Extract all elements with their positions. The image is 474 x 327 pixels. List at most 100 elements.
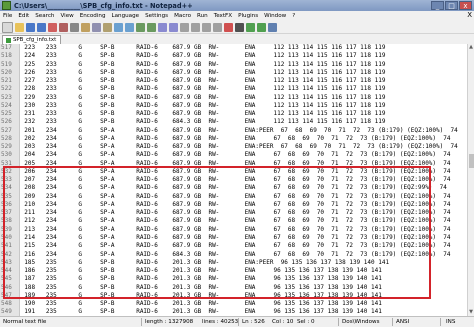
editor-line[interactable]: 517 223 233 G SP-B RAID-6 687.9 GB RW- E… (0, 44, 467, 52)
line-text: 207 234 G SP-A RAID-6 687.9 GB RW- ENA 6… (17, 176, 451, 184)
menu-search[interactable]: Search (32, 13, 57, 19)
editor-line[interactable]: 523 229 233 G SP-B RAID-6 687.9 GB RW- E… (0, 94, 467, 102)
show-all-chars-icon[interactable] (202, 22, 211, 32)
scroll-thumb[interactable] (469, 154, 474, 168)
editor-line[interactable]: 533 207 234 G SP-A RAID-6 687.9 GB RW- E… (0, 176, 467, 184)
word-wrap-icon[interactable] (191, 22, 200, 32)
status-insert-mode: INS (446, 319, 456, 325)
line-text: 214 234 G SP-A RAID-6 687.9 GB RW- ENA 6… (17, 233, 451, 241)
editor-line[interactable]: 538 212 234 G SP-A RAID-6 687.9 GB RW- E… (0, 217, 467, 225)
menu-settings[interactable]: Settings (142, 13, 171, 19)
menu-run[interactable]: Run (194, 13, 211, 19)
editor-line[interactable]: 531 205 234 G SP-A RAID-6 687.9 GB RW- E… (0, 160, 467, 168)
cut-icon[interactable] (81, 22, 90, 32)
menu-edit[interactable]: Edit (15, 13, 32, 19)
line-text: 229 233 G SP-B RAID-6 687.9 GB RW- ENA 1… (17, 93, 386, 101)
menu-view[interactable]: View (57, 13, 76, 19)
indent-guide-icon[interactable] (213, 22, 222, 32)
line-text: 210 234 G SP-A RAID-6 687.9 GB RW- ENA 6… (17, 200, 451, 208)
editor-line[interactable]: 520 226 233 G SP-B RAID-6 687.9 GB RW- E… (0, 69, 467, 77)
scroll-up-icon[interactable]: ▲ (468, 44, 474, 50)
redo-icon[interactable] (125, 22, 134, 32)
editor-line[interactable]: 534 208 234 G SP-A RAID-6 687.9 GB RW- E… (0, 184, 467, 192)
save-macro-icon[interactable] (268, 22, 277, 32)
editor-line[interactable]: 526 232 233 G SP-B RAID-6 684.3 GB RW- E… (0, 118, 467, 126)
line-text: 213 234 G SP-A RAID-6 687.9 GB RW- ENA 6… (17, 225, 451, 233)
line-text: 206 234 G SP-A RAID-6 687.9 GB RW- ENA 6… (17, 167, 451, 175)
editor-line[interactable]: 543 185 235 G SP-B RAID-6 201.3 GB RW- E… (0, 259, 467, 267)
maximize-button[interactable]: □ (445, 1, 458, 10)
editor-line[interactable]: 530 204 234 G SP-A RAID-6 687.9 GB RW- E… (0, 151, 467, 159)
menu-plugins[interactable]: Plugins (235, 13, 261, 19)
editor-line[interactable]: 525 231 233 G SP-B RAID-6 687.9 GB RW- E… (0, 110, 467, 118)
editor-line[interactable]: 521 227 233 G SP-B RAID-6 687.9 GB RW- E… (0, 77, 467, 85)
close-file-icon[interactable] (48, 22, 57, 32)
editor-line[interactable]: 549 191 235 G SP-B RAID-6 201.3 GB RW- E… (0, 308, 467, 316)
status-lines: lines : 40253 (202, 319, 239, 325)
vertical-scrollbar[interactable]: ▲ ▼ (467, 44, 474, 316)
editor-line[interactable]: 540 214 234 G SP-A RAID-6 687.9 GB RW- E… (0, 234, 467, 242)
window-title: C:\Users\__________\SPB_cfg_info.txt - N… (14, 1, 193, 10)
menu-encoding[interactable]: Encoding (77, 13, 109, 19)
minimize-button[interactable]: _ (431, 1, 444, 10)
save-icon[interactable] (26, 22, 35, 32)
menu-window[interactable]: Window (261, 13, 289, 19)
print-icon[interactable] (70, 22, 79, 32)
editor-line[interactable]: 528 202 234 G SP-A RAID-6 687.9 GB RW- E… (0, 135, 467, 143)
text-editor[interactable]: 517 223 233 G SP-B RAID-6 687.9 GB RW- E… (0, 44, 467, 316)
open-file-icon[interactable] (15, 22, 24, 32)
menu-help[interactable]: ? (289, 13, 298, 19)
play-macro-icon[interactable] (246, 22, 255, 32)
line-text: 230 233 G SP-B RAID-6 687.9 GB RW- ENA 1… (17, 101, 386, 109)
editor-line[interactable]: 532 206 234 G SP-A RAID-6 687.9 GB RW- E… (0, 168, 467, 176)
editor-line[interactable]: 536 210 234 G SP-A RAID-6 687.9 GB RW- E… (0, 201, 467, 209)
copy-icon[interactable] (92, 22, 101, 32)
stop-macro-icon[interactable] (235, 22, 244, 32)
editor-line[interactable]: 522 228 233 G SP-B RAID-6 687.9 GB RW- E… (0, 85, 467, 93)
editor-line[interactable]: 527 201 234 G SP-A RAID-6 687.9 GB RW- E… (0, 127, 467, 135)
editor-line[interactable]: 537 211 234 G SP-A RAID-6 687.9 GB RW- E… (0, 209, 467, 217)
editor-line[interactable]: 544 186 235 G SP-B RAID-6 201.3 GB RW- E… (0, 267, 467, 275)
zoom-out-icon[interactable] (169, 22, 178, 32)
editor-line[interactable]: 541 215 234 G SP-A RAID-6 687.9 GB RW- E… (0, 242, 467, 250)
save-all-icon[interactable] (37, 22, 46, 32)
status-col: Col : 10 (272, 319, 294, 325)
run-macro-multiple-icon[interactable] (257, 22, 266, 32)
editor-line[interactable]: 547 189 235 G SP-B RAID-6 201.3 GB RW- E… (0, 292, 467, 300)
close-all-icon[interactable] (59, 22, 68, 32)
line-text: 211 234 G SP-A RAID-6 687.9 GB RW- ENA 6… (17, 209, 451, 217)
status-eol: Dos\Windows (342, 319, 380, 325)
menu-macro[interactable]: Macro (171, 13, 194, 19)
status-encoding: ANSI (396, 319, 410, 325)
undo-icon[interactable] (114, 22, 123, 32)
replace-icon[interactable] (147, 22, 156, 32)
editor-line[interactable]: 548 190 235 G SP-B RAID-6 201.3 GB RW- E… (0, 300, 467, 308)
editor-line[interactable]: 542 216 234 G SP-A RAID-6 684.3 GB RW- E… (0, 251, 467, 259)
line-text: 226 233 G SP-B RAID-6 687.9 GB RW- ENA 1… (17, 68, 386, 76)
sync-scroll-icon[interactable] (180, 22, 189, 32)
editor-line[interactable]: 545 187 235 G SP-B RAID-6 201.3 GB RW- E… (0, 275, 467, 283)
editor-line[interactable]: 539 213 234 G SP-A RAID-6 687.9 GB RW- E… (0, 226, 467, 234)
new-file-icon[interactable] (2, 21, 13, 33)
line-text: 208 234 G SP-A RAID-6 687.9 GB RW- ENA 6… (17, 184, 447, 192)
menu-language[interactable]: Language (109, 13, 143, 19)
menu-file[interactable]: File (0, 13, 15, 19)
editor-line[interactable]: 546 188 235 G SP-B RAID-6 201.3 GB RW- E… (0, 284, 467, 292)
editor-line[interactable]: 529 203 234 G SP-A RAID-6 687.9 GB RW- E… (0, 143, 467, 151)
record-macro-icon[interactable] (224, 22, 233, 32)
menu-textfx[interactable]: TextFX (211, 13, 235, 19)
editor-line[interactable]: 535 209 234 G SP-A RAID-6 687.9 GB RW- E… (0, 193, 467, 201)
zoom-in-icon[interactable] (158, 22, 167, 32)
paste-icon[interactable] (103, 22, 112, 32)
editor-line[interactable]: 524 230 233 G SP-B RAID-6 687.9 GB RW- E… (0, 102, 467, 110)
line-text: 232 233 G SP-B RAID-6 684.3 GB RW- ENA 1… (17, 118, 386, 126)
scroll-down-icon[interactable]: ▼ (468, 309, 474, 315)
editor-line[interactable]: 518 224 233 G SP-B RAID-6 687.9 GB RW- E… (0, 52, 467, 60)
close-document-button[interactable]: X (467, 11, 472, 19)
editor-line[interactable]: 519 225 233 G SP-B RAID-6 687.9 GB RW- E… (0, 61, 467, 69)
find-icon[interactable] (136, 22, 145, 32)
line-text: 205 234 G SP-A RAID-6 687.9 GB RW- ENA 6… (17, 159, 451, 167)
line-text: 189 235 G SP-B RAID-6 201.3 GB RW- ENA 9… (17, 291, 382, 299)
line-text: 209 234 G SP-A RAID-6 687.9 GB RW- ENA 6… (17, 192, 451, 200)
close-button[interactable]: x (459, 1, 472, 10)
